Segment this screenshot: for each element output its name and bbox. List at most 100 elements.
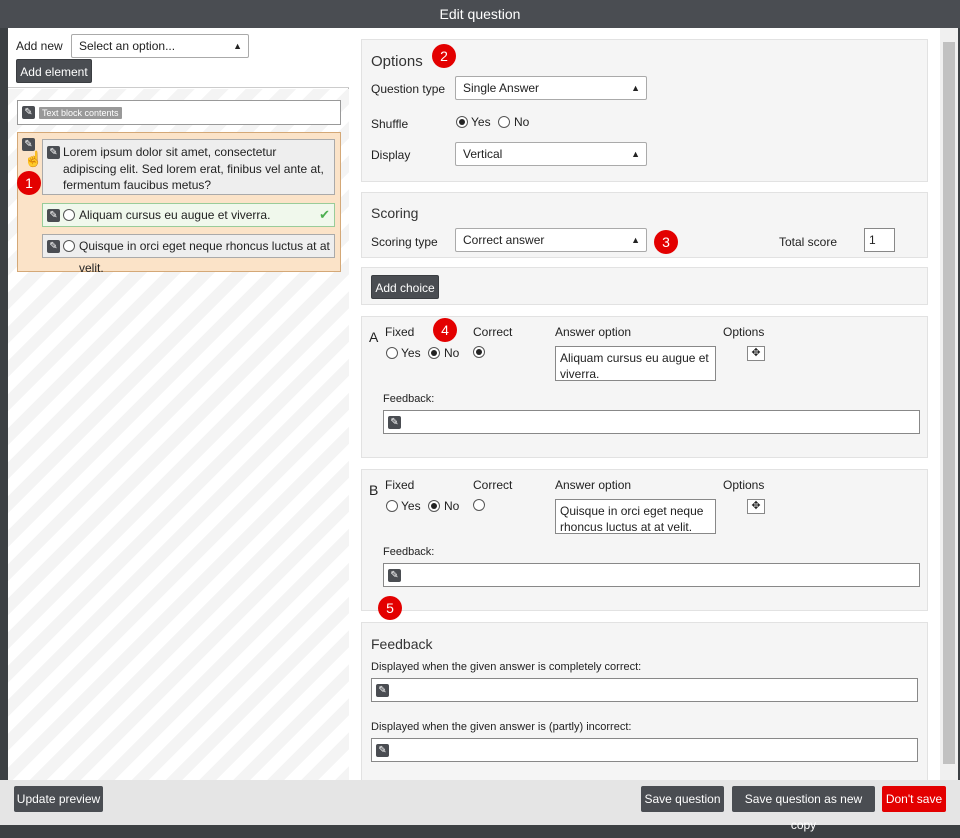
step-badge-2: 2 [432,44,456,68]
pencil-icon[interactable]: ✎ [388,569,401,583]
feedback-panel: Feedback Displayed when the given answer… [361,622,928,780]
feedback-incorrect-label: Displayed when the given answer is (part… [371,721,632,733]
preview-answer-text: Aliquam cursus eu augue et viverra. [79,208,271,222]
properties-pane: Options Question type Single Answer ▲ Sh… [350,28,947,780]
footer-bar: Update preview Save question Save questi… [0,780,960,832]
question-type-value: Single Answer [463,81,540,95]
feedback-label: Feedback: [383,393,435,405]
correct-label: Correct [473,325,513,339]
chevron-updown-icon: ▲ [631,83,640,93]
answer-option-input[interactable]: Aliquam cursus eu augue et viverra. [555,346,716,381]
fixed-no-label: No [444,499,460,513]
fixed-no-radio[interactable] [428,500,440,512]
question-type-select[interactable]: Single Answer ▲ [455,76,647,100]
choice-letter: B [369,482,379,498]
hand-cursor-icon: ☝ [24,151,43,168]
options-label: Options [723,325,765,339]
total-score-input[interactable]: 1 [864,228,895,252]
display-select[interactable]: Vertical ▲ [455,142,647,166]
checkmark-icon: ✔ [319,207,330,222]
shuffle-no-label: No [514,115,530,129]
add-new-select[interactable]: Select an option... ▲ [71,34,249,58]
fixed-label: Fixed [385,325,415,339]
step-badge-1: 1 [17,171,41,195]
choice-feedback-input[interactable]: ✎ [383,563,920,587]
correct-radio[interactable] [473,499,485,511]
dont-save-button[interactable]: Don't save [882,786,946,812]
fixed-yes-radio[interactable] [386,500,398,512]
display-label: Display [371,148,411,162]
options-label: Options [723,478,765,492]
feedback-title: Feedback [371,636,433,652]
add-new-label: Add new [16,39,63,53]
options-title: Options [371,53,423,70]
add-new-select-value: Select an option... [79,39,176,53]
preview-answer-a[interactable]: ✎ Aliquam cursus eu augue et viverra. ✔ [42,203,335,227]
step-badge-3: 3 [654,230,678,254]
fixed-yes-label: Yes [401,346,421,360]
scoring-type-value: Correct answer [463,233,545,247]
add-element-bar: Add new Select an option... ▲ Add elemen… [8,28,349,88]
add-element-button[interactable]: Add element [16,59,92,83]
step-badge-4: 4 [433,318,457,342]
chevron-updown-icon: ▲ [631,149,640,159]
fixed-yes-radio[interactable] [386,347,398,359]
preview-answer-radio[interactable] [63,240,75,252]
question-type-label: Question type [371,82,446,96]
question-block[interactable]: ✎ ☝ ✎ Lorem ipsum dolor sit amet, consec… [17,132,341,275]
add-choice-button[interactable]: Add choice [371,275,439,299]
choice-b-panel: B Fixed Yes No Correct Answer option Qui… [361,469,928,611]
pencil-icon[interactable]: ✎ [47,240,60,253]
editor-main: Add new Select an option... ▲ Add elemen… [8,28,958,780]
pencil-icon[interactable]: ✎ [376,744,389,758]
text-block-tag: Text block contents [39,107,122,119]
pencil-icon[interactable]: ✎ [388,416,401,430]
shuffle-yes-label: Yes [471,115,491,129]
choice-feedback-input[interactable]: ✎ [383,410,920,434]
pencil-icon[interactable]: ✎ [47,209,60,222]
correct-radio[interactable] [473,346,485,358]
save-question-button[interactable]: Save question [641,786,724,812]
fixed-yes-label: Yes [401,499,421,513]
answer-option-label: Answer option [555,325,632,339]
move-icon[interactable]: ✥ [747,499,765,514]
scrollbar[interactable] [940,28,958,780]
question-text-box[interactable]: ✎ Lorem ipsum dolor sit amet, consectetu… [42,139,335,195]
shuffle-label: Shuffle [371,117,409,131]
add-choice-panel: Add choice [361,267,928,305]
feedback-incorrect-input[interactable]: ✎ [371,738,918,762]
total-score-label: Total score [779,235,838,249]
text-block[interactable]: ✎ Text block contents [17,100,341,125]
preview-answer-b[interactable]: ✎ Quisque in orci eget neque rhoncus luc… [42,234,335,275]
answer-option-input[interactable]: Quisque in orci eget neque rhoncus luctu… [555,499,716,534]
preview-answer-radio[interactable] [63,209,75,221]
window-title: Edit question [0,0,960,28]
scrollbar-thumb[interactable] [943,42,955,764]
pencil-icon[interactable]: ✎ [22,106,35,119]
save-copy-button[interactable]: Save question as new copy [732,786,875,832]
pencil-icon[interactable]: ✎ [47,146,60,159]
display-value: Vertical [463,147,503,161]
fixed-no-label: No [444,346,460,360]
choice-letter: A [369,329,379,345]
preview-pane: Add new Select an option... ▲ Add elemen… [8,28,349,780]
move-icon[interactable]: ✥ [747,346,765,361]
scoring-panel: Scoring Scoring type Correct answer ▲ To… [361,192,928,258]
fixed-label: Fixed [385,478,415,492]
correct-label: Correct [473,478,513,492]
question-text: Lorem ipsum dolor sit amet, consectetur … [63,145,324,192]
feedback-label: Feedback: [383,546,435,558]
feedback-correct-input[interactable]: ✎ [371,678,918,702]
scoring-title: Scoring [371,205,419,221]
step-badge-5: 5 [378,596,402,620]
pencil-icon[interactable]: ✎ [376,684,389,698]
chevron-updown-icon: ▲ [233,41,242,51]
shuffle-yes-radio[interactable] [456,116,468,128]
update-preview-button[interactable]: Update preview [14,786,103,812]
fixed-no-radio[interactable] [428,347,440,359]
shuffle-no-radio[interactable] [498,116,510,128]
scoring-type-select[interactable]: Correct answer ▲ [455,228,647,252]
scoring-type-label: Scoring type [371,235,438,249]
chevron-updown-icon: ▲ [631,235,640,245]
feedback-correct-label: Displayed when the given answer is compl… [371,661,642,673]
